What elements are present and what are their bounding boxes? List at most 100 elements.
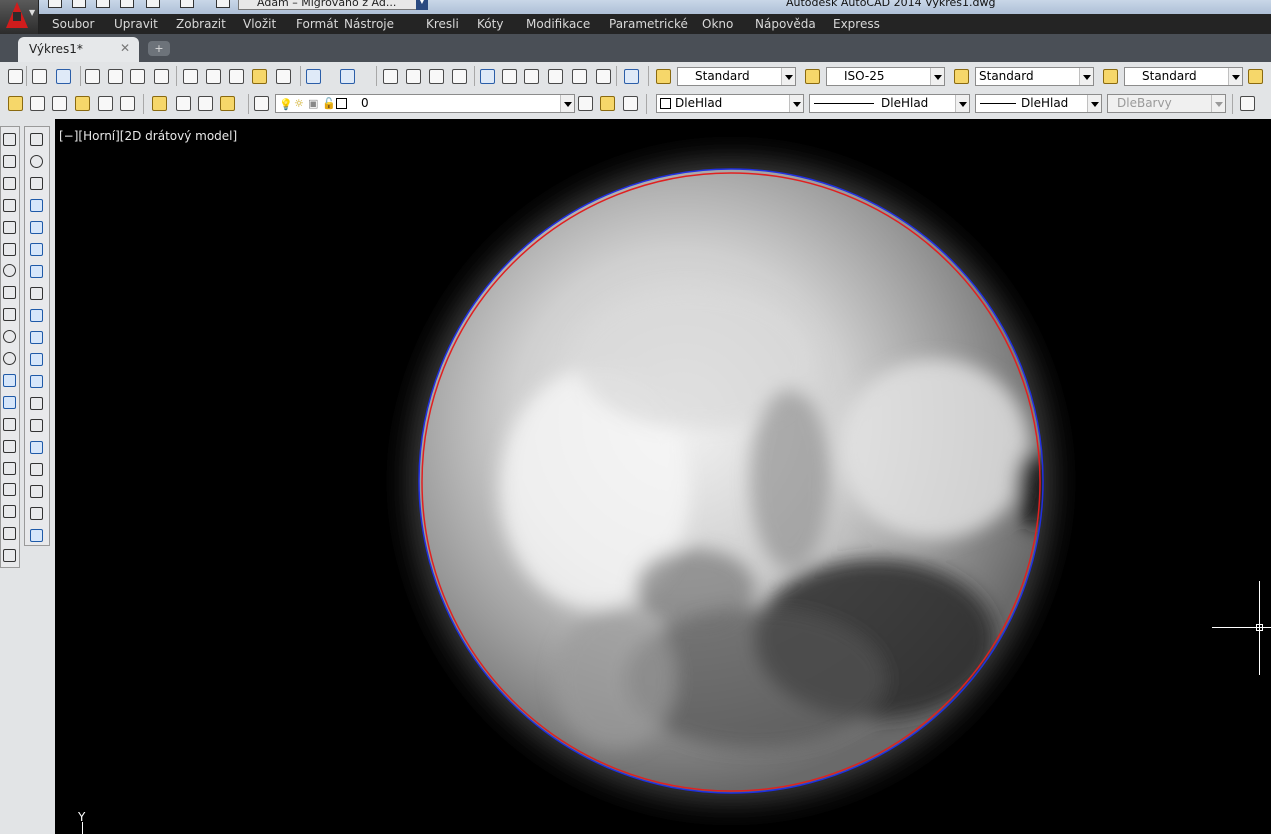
erase-icon[interactable]: [30, 133, 43, 146]
layer-manager-icon[interactable]: [254, 96, 269, 111]
layer-freeze-icon[interactable]: [152, 96, 167, 111]
zoom-window-icon[interactable]: [429, 69, 444, 84]
trim-icon[interactable]: [30, 353, 43, 366]
open-icon[interactable]: [32, 69, 47, 84]
point-icon[interactable]: [3, 417, 16, 431]
text-style-icon[interactable]: [656, 69, 671, 84]
table-icon[interactable]: [3, 505, 16, 519]
help-icon[interactable]: [624, 69, 639, 84]
chevron-down-icon[interactable]: [781, 68, 795, 85]
dim-style-combo[interactable]: ISO-25: [826, 67, 945, 86]
line-icon[interactable]: [3, 133, 16, 146]
redo-icon[interactable]: [180, 0, 194, 8]
gradient-icon[interactable]: [3, 461, 16, 475]
quickcalc-icon[interactable]: [596, 69, 611, 84]
menu-item-11[interactable]: Nápověda: [755, 17, 816, 31]
array-icon[interactable]: [30, 221, 43, 234]
chevron-down-icon[interactable]: [789, 95, 803, 112]
save-as-icon[interactable]: [120, 0, 134, 8]
chamfer-icon[interactable]: [30, 463, 43, 476]
explode-icon[interactable]: [30, 529, 43, 542]
make-current-icon[interactable]: [52, 96, 67, 111]
menu-item-8[interactable]: Modifikace: [526, 17, 590, 31]
viewport-freeze-icon[interactable]: ▣: [308, 95, 318, 112]
layer-walk-icon[interactable]: [600, 96, 615, 111]
new-icon[interactable]: [48, 0, 62, 8]
menu-item-4[interactable]: Formát: [296, 17, 338, 31]
mirror-icon[interactable]: [30, 177, 43, 190]
construction-line-icon[interactable]: [3, 154, 16, 168]
layer-lock-icon[interactable]: [198, 96, 213, 111]
workspace-selector[interactable]: Adam – Migrováno z Ad...: [238, 0, 418, 10]
match-properties-icon[interactable]: [252, 69, 267, 84]
undo-icon[interactable]: [306, 69, 321, 84]
cut-icon[interactable]: [183, 69, 198, 84]
add-selected-icon[interactable]: [3, 549, 16, 563]
layer-unisolate-icon[interactable]: [120, 96, 135, 111]
open-icon[interactable]: [72, 0, 86, 8]
scale-icon[interactable]: [30, 309, 43, 322]
text-style-combo[interactable]: Standard: [677, 67, 796, 86]
region-icon[interactable]: [3, 483, 16, 497]
multileader-style-icon[interactable]: [1103, 69, 1118, 84]
insert-block-icon[interactable]: [3, 373, 16, 387]
mtext-icon[interactable]: [3, 527, 16, 541]
save-icon[interactable]: [96, 0, 110, 8]
multileader-style-combo[interactable]: Standard: [1124, 67, 1243, 86]
plot-icon[interactable]: [216, 0, 230, 8]
markup-icon[interactable]: [572, 69, 587, 84]
3d-print-icon[interactable]: [154, 69, 169, 84]
chevron-down-icon[interactable]: [560, 95, 574, 112]
menu-item-10[interactable]: Okno: [702, 17, 733, 31]
color-combo[interactable]: DleHlad: [656, 94, 804, 113]
lineweight-combo[interactable]: DleHlad: [975, 94, 1102, 113]
table-style-icon[interactable]: [954, 69, 969, 84]
break-at-point-icon[interactable]: [30, 397, 43, 410]
copy-to-layer-icon[interactable]: [623, 96, 638, 111]
lock-icon[interactable]: 🔓: [322, 95, 336, 112]
ellipse-icon[interactable]: [3, 330, 16, 344]
application-menu-button[interactable]: ▼: [0, 0, 39, 34]
menu-item-0[interactable]: Soubor: [52, 17, 94, 31]
undo-icon[interactable]: [146, 0, 160, 8]
menu-item-6[interactable]: Kresli: [426, 17, 459, 31]
hatch-icon[interactable]: [3, 439, 16, 453]
extend-icon[interactable]: [30, 375, 43, 388]
fillet-icon[interactable]: [30, 485, 43, 498]
rotate-icon[interactable]: [30, 287, 43, 300]
array-path-icon[interactable]: [30, 243, 43, 256]
measure-icon[interactable]: [1240, 96, 1255, 111]
zoom-realtime-icon[interactable]: [406, 69, 421, 84]
layer-state-icon[interactable]: [30, 96, 45, 111]
menu-item-9[interactable]: Parametrické: [609, 17, 688, 31]
chevron-down-icon[interactable]: [955, 95, 969, 112]
workspace-dropdown-icon[interactable]: ▼: [416, 0, 428, 10]
new-tab-button[interactable]: +: [148, 41, 170, 56]
drawing-canvas[interactable]: [55, 119, 1271, 834]
rectangle-icon[interactable]: [3, 220, 16, 234]
offset-icon[interactable]: [30, 199, 43, 212]
layer-properties-icon[interactable]: [8, 96, 23, 111]
polygon-icon[interactable]: [3, 198, 16, 212]
save-icon[interactable]: [56, 69, 71, 84]
layer-previous-icon[interactable]: [75, 96, 90, 111]
spline-icon[interactable]: [3, 308, 16, 322]
close-icon[interactable]: ✕: [120, 41, 130, 55]
chevron-down-icon[interactable]: [1087, 95, 1101, 112]
layer-isolate-icon[interactable]: [98, 96, 113, 111]
sheet-set-icon[interactable]: [548, 69, 563, 84]
chevron-down-icon[interactable]: [1228, 68, 1242, 85]
linetype-combo[interactable]: DleHlad: [809, 94, 970, 113]
tool-palettes-icon[interactable]: [524, 69, 539, 84]
chevron-down-icon[interactable]: [930, 68, 944, 85]
layer-off-icon[interactable]: [176, 96, 191, 111]
design-center-icon[interactable]: [502, 69, 517, 84]
sun-icon[interactable]: ☼: [294, 95, 304, 112]
revision-cloud-icon[interactable]: [3, 286, 16, 300]
multileader-icon[interactable]: [1248, 69, 1263, 84]
menu-item-5[interactable]: Nástroje: [344, 17, 394, 31]
copy-icon[interactable]: [206, 69, 221, 84]
menu-item-3[interactable]: Vložit: [243, 17, 276, 31]
stretch-icon[interactable]: [30, 331, 43, 344]
break-icon[interactable]: [30, 419, 43, 432]
